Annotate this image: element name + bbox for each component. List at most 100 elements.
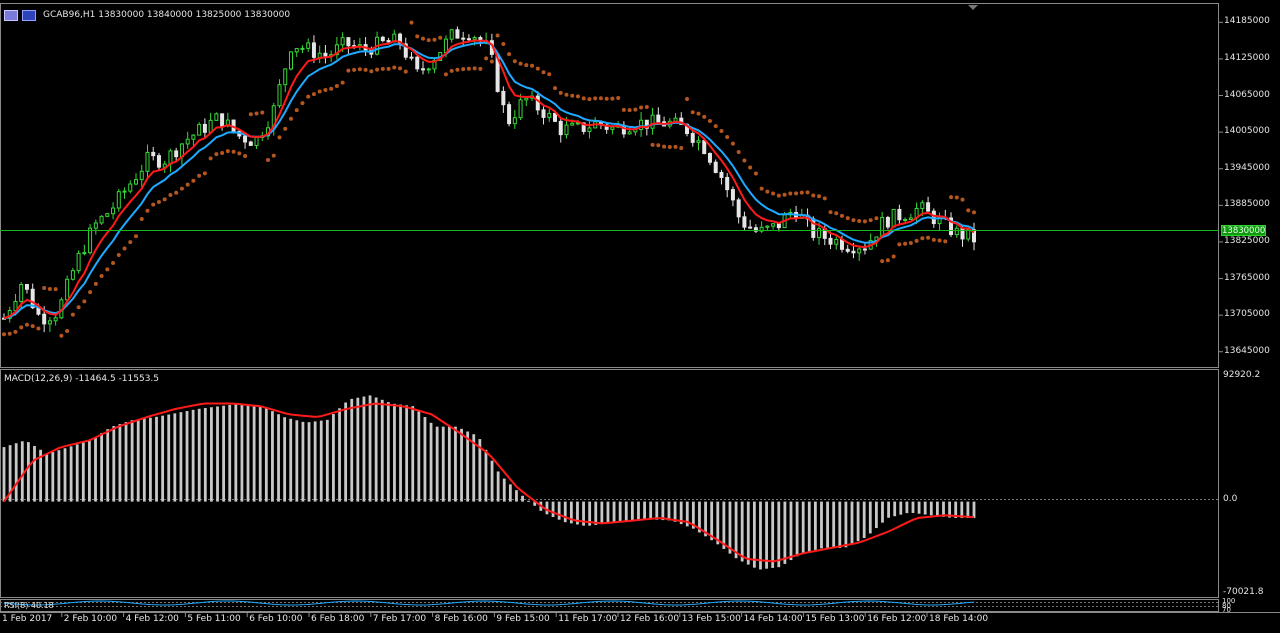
macd-bar bbox=[649, 501, 653, 520]
price-axis-ticks bbox=[1219, 21, 1223, 353]
sar-dot bbox=[47, 286, 52, 291]
macd-bar bbox=[325, 419, 329, 502]
sar-dot bbox=[914, 238, 919, 243]
sar-dot bbox=[415, 34, 420, 39]
price-axis-label: 14065000 bbox=[1224, 89, 1270, 100]
sar-dot bbox=[455, 67, 460, 72]
current-price-label: 13830000 bbox=[1221, 225, 1266, 236]
macd-bar bbox=[20, 441, 24, 502]
macd-bar bbox=[612, 501, 616, 523]
sar-dot bbox=[765, 189, 770, 194]
macd-bar bbox=[752, 501, 756, 568]
sar-dot bbox=[139, 217, 144, 222]
macd-bar bbox=[136, 419, 140, 502]
time-axis-label: 16 Feb 12:00 bbox=[867, 614, 927, 624]
macd-bar bbox=[917, 501, 921, 514]
sar-dot bbox=[880, 259, 885, 264]
candle-down bbox=[24, 284, 29, 290]
macd-bar bbox=[746, 501, 750, 565]
candle-up bbox=[134, 179, 139, 185]
candle-up bbox=[82, 252, 87, 255]
sar-dot bbox=[535, 66, 540, 71]
candle-down bbox=[151, 151, 156, 157]
macd-bar bbox=[417, 411, 421, 502]
sar-dot bbox=[776, 193, 781, 198]
chart-window-icon[interactable] bbox=[4, 9, 18, 21]
macd-bar bbox=[643, 501, 646, 520]
sar-dot bbox=[501, 41, 506, 46]
macd-bar bbox=[820, 501, 823, 549]
candle-up bbox=[288, 51, 293, 70]
sar-dot bbox=[817, 194, 822, 199]
candle-up bbox=[208, 119, 213, 133]
chart-shift-marker[interactable] bbox=[968, 5, 978, 10]
macd-panel-title: MACD(12,26,9) -11464.5 -11553.5 bbox=[4, 374, 160, 384]
sar-dot bbox=[547, 72, 552, 77]
sar-dot bbox=[685, 97, 690, 102]
sar-dot bbox=[575, 94, 580, 99]
candle-down bbox=[243, 135, 248, 143]
sar-dot bbox=[805, 190, 810, 195]
chart-flag-icon[interactable] bbox=[22, 9, 36, 21]
sar-dot bbox=[363, 67, 368, 72]
sar-dot bbox=[432, 37, 437, 42]
sar-dot bbox=[707, 119, 712, 124]
candle-up bbox=[168, 150, 173, 165]
candle-up bbox=[88, 227, 93, 254]
macd-bar bbox=[350, 398, 354, 502]
sar-dot bbox=[822, 196, 827, 201]
candle-down bbox=[862, 248, 867, 251]
price-axis-label: 13645000 bbox=[1224, 345, 1270, 356]
macd-bar bbox=[411, 406, 415, 502]
macd-bar bbox=[496, 471, 500, 502]
sar-dot bbox=[748, 165, 753, 170]
time-axis-label: 6 Feb 18:00 bbox=[311, 614, 365, 624]
candle-down bbox=[174, 150, 179, 158]
sar-dot bbox=[862, 219, 867, 224]
sar-dot bbox=[587, 97, 592, 102]
sar-dot bbox=[633, 107, 638, 112]
sar-dot bbox=[851, 218, 856, 223]
macd-bar bbox=[813, 501, 817, 550]
sar-dot bbox=[294, 108, 299, 113]
sar-dot bbox=[375, 67, 380, 72]
macd-bar bbox=[624, 501, 628, 522]
candle-down bbox=[839, 238, 844, 250]
macd-bar bbox=[673, 501, 677, 522]
macd-bar bbox=[240, 403, 244, 502]
sar-dot bbox=[897, 242, 902, 247]
candle-up bbox=[306, 42, 311, 49]
macd-bar bbox=[161, 415, 165, 502]
candle-down bbox=[851, 250, 856, 254]
candle-up bbox=[99, 215, 104, 224]
macd-bar bbox=[844, 501, 848, 548]
sar-dot bbox=[616, 96, 621, 101]
sar-dot bbox=[610, 96, 615, 101]
macd-bar bbox=[893, 501, 897, 517]
sar-dot bbox=[461, 67, 466, 72]
macd-bar bbox=[94, 436, 97, 502]
candle-up bbox=[122, 190, 127, 193]
sar-dot bbox=[36, 326, 41, 331]
macd-histogram bbox=[2, 395, 976, 570]
candle-up bbox=[317, 52, 322, 58]
price-axis-label: 13705000 bbox=[1224, 309, 1270, 320]
sar-dot bbox=[426, 38, 431, 43]
macd-axis-zero: 0.0 bbox=[1223, 494, 1238, 504]
trading-chart[interactable] bbox=[0, 0, 1280, 633]
sar-dot bbox=[696, 111, 701, 116]
sar-dot bbox=[76, 305, 81, 310]
sar-dot bbox=[82, 299, 87, 304]
sar-dot bbox=[507, 52, 512, 57]
sar-dot bbox=[484, 56, 489, 61]
symbol-quote-line: GCAB96,H1 13830000 13840000 13825000 138… bbox=[43, 10, 291, 20]
candlestick-series bbox=[2, 26, 976, 333]
candle-up bbox=[111, 207, 116, 215]
candle-up bbox=[857, 248, 862, 254]
macd-axis-max: 92920.2 bbox=[1223, 370, 1261, 380]
macd-bar bbox=[423, 417, 427, 502]
macd-bar bbox=[33, 445, 36, 502]
macd-bar bbox=[801, 501, 805, 553]
macd-bar bbox=[88, 440, 91, 502]
candle-up bbox=[903, 219, 908, 222]
